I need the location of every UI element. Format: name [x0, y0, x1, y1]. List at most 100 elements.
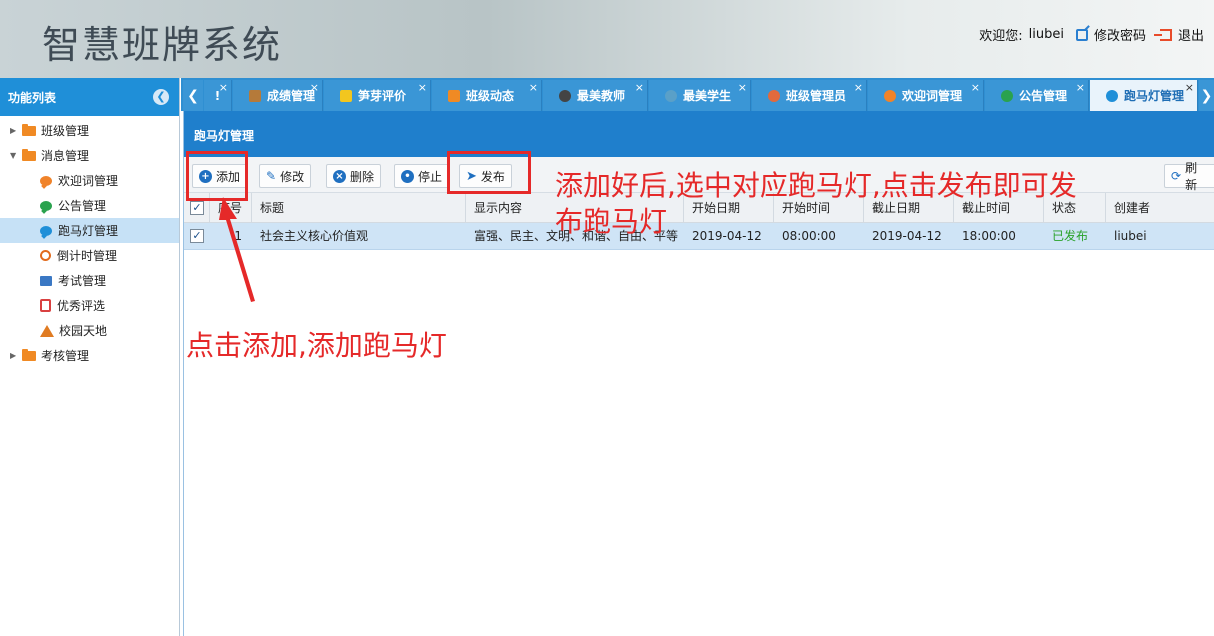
- user-bar: 欢迎您: liubei 修改密码 退出: [979, 25, 1204, 44]
- sidebar-item-marquee-management[interactable]: 跑马灯管理: [0, 218, 179, 243]
- home-icon: [40, 324, 54, 337]
- collapse-sidebar-icon[interactable]: ❮: [153, 89, 169, 105]
- chat-bubble-icon: [40, 200, 52, 211]
- edit-icon: [1075, 28, 1088, 41]
- tab-best-student[interactable]: 最美学生 ×: [649, 80, 751, 111]
- sidebar-item-notice-management[interactable]: 公告管理: [0, 193, 179, 218]
- column-header-title[interactable]: 标题: [252, 193, 466, 223]
- close-tab-icon[interactable]: ×: [738, 81, 747, 94]
- sidebar-item-countdown-management[interactable]: 倒计时管理: [0, 243, 179, 268]
- refresh-button[interactable]: ⟳ 刷新: [1164, 161, 1214, 192]
- select-all-checkbox[interactable]: ✓: [190, 201, 204, 215]
- sidebar-item-label: 考试管理: [58, 274, 107, 288]
- stop-button-label: 停止: [418, 169, 443, 184]
- delete-button-label: 删除: [350, 169, 375, 184]
- close-tab-icon[interactable]: ×: [418, 81, 427, 94]
- tab-label: 班级动态: [466, 89, 515, 103]
- refresh-button-label: 刷新: [1185, 161, 1198, 192]
- delete-icon: ×: [333, 169, 346, 183]
- flag-icon: [448, 89, 460, 102]
- publish-highlight-box: [447, 151, 531, 194]
- sidebar-item-label: 考核管理: [41, 349, 90, 363]
- column-header-creator[interactable]: 创建者: [1106, 193, 1214, 223]
- sidebar-title: 功能列表: [8, 90, 57, 105]
- sidebar-item-label: 消息管理: [41, 149, 90, 163]
- tab-bar: ❮ ! × 成绩管理 × 笋芽评价 × 班级动态 × 最美教师 × 最美学生 ×…: [181, 78, 1214, 111]
- pen-icon: [340, 89, 352, 102]
- tab-label: 公告管理: [1019, 89, 1068, 103]
- expand-arrow-icon[interactable]: ▶: [10, 126, 20, 135]
- sidebar-item-label: 跑马灯管理: [58, 224, 119, 238]
- cell-start-time: 08:00:00: [782, 229, 836, 243]
- row-checkbox[interactable]: ✓: [190, 229, 204, 243]
- tab-scroll-left-icon[interactable]: ❮: [183, 80, 203, 111]
- stop-button[interactable]: • 停止: [394, 164, 450, 188]
- app-title: 智慧班牌系统: [42, 23, 283, 67]
- publish-hint-annotation-line2: 布跑马灯: [555, 205, 668, 238]
- table-row[interactable]: ✓ 1 社会主义核心价值观 富强、民主、文明、和谐、自由、平等、公正、法治、爱国…: [184, 223, 1214, 250]
- expand-arrow-icon[interactable]: ▶: [10, 351, 20, 360]
- sidebar-item-label: 班级管理: [41, 124, 90, 138]
- chat-bubble-icon: [1001, 89, 1013, 102]
- close-tab-icon[interactable]: ×: [310, 81, 319, 94]
- folder-open-icon: [22, 148, 36, 161]
- cell-creator: liubei: [1114, 229, 1147, 243]
- close-tab-icon[interactable]: ×: [529, 81, 538, 94]
- edit-button[interactable]: ✎ 修改: [259, 164, 312, 188]
- tab-scroll-right-icon[interactable]: ❯: [1199, 80, 1214, 111]
- sidebar-item-welcome-management[interactable]: 欢迎词管理: [0, 168, 179, 193]
- tab-label: 成绩管理: [267, 89, 316, 103]
- tab-class-admin[interactable]: 班级管理员 ×: [752, 80, 867, 111]
- tab-best-teacher[interactable]: 最美教师 ×: [543, 80, 648, 111]
- close-tab-icon[interactable]: ×: [219, 81, 228, 94]
- id-card-icon: [40, 275, 52, 286]
- add-highlight-box: [186, 151, 248, 201]
- sidebar-item-label: 欢迎词管理: [58, 174, 119, 188]
- sidebar-item-excellent-selection[interactable]: 优秀评选: [0, 293, 179, 318]
- folder-icon: [22, 348, 36, 361]
- logout-icon: [1153, 28, 1172, 41]
- sidebar-item-message-management[interactable]: ▼ 消息管理: [0, 143, 179, 168]
- tab-score-management[interactable]: 成绩管理 ×: [233, 80, 323, 111]
- tab-label: 欢迎词管理: [902, 89, 963, 103]
- delete-button[interactable]: × 删除: [326, 164, 382, 188]
- tab-notice-management[interactable]: 公告管理 ×: [985, 80, 1089, 111]
- chat-bubble-icon: [1106, 89, 1118, 102]
- sidebar-item-label: 校园天地: [59, 324, 108, 338]
- cell-start-date: 2019-04-12: [692, 229, 762, 243]
- teacher-icon: [559, 89, 571, 102]
- sidebar-item-exam-management[interactable]: 考试管理: [0, 268, 179, 293]
- welcome-text: 欢迎您:: [979, 29, 1023, 44]
- clock-icon: [40, 250, 51, 261]
- sidebar-item-campus-world[interactable]: 校园天地: [0, 318, 179, 343]
- pencil-icon: ✎: [266, 169, 277, 183]
- username: liubei: [1028, 27, 1064, 42]
- sidebar-item-assessment-management[interactable]: ▶ 考核管理: [0, 343, 179, 368]
- tab-truncated[interactable]: ! ×: [204, 80, 232, 111]
- logout-link[interactable]: 退出: [1178, 25, 1204, 44]
- tab-label: 班级管理员: [786, 89, 847, 103]
- close-tab-icon[interactable]: ×: [1185, 81, 1194, 94]
- close-tab-icon[interactable]: ×: [854, 81, 863, 94]
- sidebar-item-label: 倒计时管理: [57, 249, 118, 263]
- tab-class-news[interactable]: 班级动态 ×: [432, 80, 542, 111]
- tab-sprout-evaluation[interactable]: 笋芽评价 ×: [324, 80, 431, 111]
- collapse-arrow-icon[interactable]: ▼: [10, 151, 20, 160]
- sidebar: 功能列表 ❮ ▶ 班级管理 ▼ 消息管理 欢迎词管理 公告管理 跑马灯管理 倒计…: [0, 78, 180, 636]
- stop-icon: •: [401, 169, 414, 183]
- sidebar-item-label: 公告管理: [58, 199, 107, 213]
- chat-bubble-icon: [40, 175, 52, 186]
- annotation-arrow-icon: [219, 197, 255, 302]
- panel-title: 跑马灯管理: [184, 111, 1214, 157]
- tab-welcome-management[interactable]: 欢迎词管理 ×: [868, 80, 984, 111]
- change-password-link[interactable]: 修改密码: [1094, 25, 1146, 44]
- chat-bubble-icon: [40, 225, 52, 236]
- chat-bubble-icon: [884, 89, 896, 102]
- sidebar-item-label: 优秀评选: [57, 299, 106, 313]
- tab-label: 跑马灯管理: [1124, 89, 1185, 103]
- close-tab-icon[interactable]: ×: [1076, 81, 1085, 94]
- sidebar-item-class-management[interactable]: ▶ 班级管理: [0, 118, 179, 143]
- close-tab-icon[interactable]: ×: [971, 81, 980, 94]
- close-tab-icon[interactable]: ×: [635, 81, 644, 94]
- tab-marquee-management[interactable]: 跑马灯管理 ×: [1090, 80, 1198, 111]
